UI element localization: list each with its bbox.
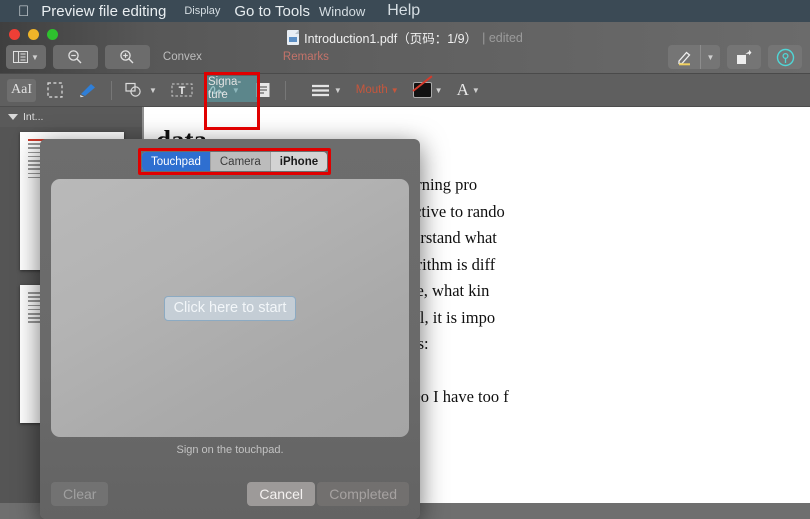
chevron-down-icon: ▼ <box>334 86 342 95</box>
share-button[interactable] <box>727 45 761 69</box>
signature-dialog-footer: Clear Cancel Completed <box>40 482 420 508</box>
mouth-button[interactable]: Mouth ▼ <box>352 79 403 102</box>
convex-label[interactable]: Convex <box>157 51 208 63</box>
color-button[interactable]: ▼ <box>409 79 447 102</box>
signature-label-line2: ture <box>208 89 228 101</box>
menu-item-help[interactable]: Help <box>387 2 420 20</box>
textbox-tool-button[interactable]: T <box>167 79 197 102</box>
menu-bar:  Preview file editing Display Go to Too… <box>0 0 810 22</box>
selection-marquee-icon <box>47 82 63 98</box>
chevron-down-icon: ▼ <box>149 86 157 95</box>
completed-button[interactable]: Completed <box>317 482 409 506</box>
zoom-in-icon <box>119 49 135 65</box>
app-window: Introduction1.pdf（页码：1/9） | edited ▼ Con <box>0 22 810 503</box>
chevron-down-icon: ▼ <box>391 86 399 95</box>
chevron-down-icon: ▼ <box>435 86 443 95</box>
list-tool-button[interactable]: ▼ <box>307 79 346 102</box>
toolbar-divider <box>111 81 112 100</box>
apple-logo-icon[interactable]:  <box>18 4 29 19</box>
shapes-icon <box>125 82 146 98</box>
annotate-button[interactable] <box>768 45 802 69</box>
cancel-button[interactable]: Cancel <box>247 482 315 506</box>
font-button[interactable]: A ▼ <box>453 79 484 102</box>
window-titlebar: Introduction1.pdf（页码：1/9） | edited ▼ Con <box>0 22 810 74</box>
zoom-out-icon <box>67 49 83 65</box>
chevron-down-icon: ▼ <box>31 53 39 62</box>
menu-item-display[interactable]: Display <box>184 5 220 17</box>
toolbar-left-group: ▼ Convex Remarks <box>6 45 335 69</box>
tab-touchpad[interactable]: Touchpad <box>142 152 211 171</box>
sidebar-toggle-button[interactable]: ▼ <box>6 45 46 69</box>
chevron-down-icon: ▼ <box>472 86 480 95</box>
text-tool-icon: AaI <box>11 82 32 98</box>
annotate-icon <box>776 48 795 67</box>
toolbar-right-group: ▼ <box>668 45 802 69</box>
edited-status: | edited <box>482 31 523 45</box>
disclosure-triangle-icon[interactable] <box>8 114 18 120</box>
zoom-out-button[interactable] <box>53 45 98 69</box>
signature-source-tabs: Touchpad Camera iPhone <box>142 152 327 171</box>
share-icon <box>735 49 753 66</box>
signature-toolbar-label[interactable]: Signa- ture <box>208 76 258 102</box>
tab-camera[interactable]: Camera <box>211 152 271 171</box>
text-tool-button[interactable]: AaI <box>7 79 36 102</box>
zoom-in-button[interactable] <box>105 45 150 69</box>
mouth-label: Mouth <box>356 84 388 96</box>
highlight-tool-button[interactable] <box>74 79 102 102</box>
clear-button[interactable]: Clear <box>51 482 108 506</box>
selection-tool-button[interactable] <box>42 79 68 102</box>
highlight-pen-icon <box>78 82 98 98</box>
sidebar-header-label: Int... <box>23 111 43 123</box>
text-box-icon: T <box>171 82 193 98</box>
chevron-down-icon: ▼ <box>707 53 715 62</box>
shapes-tool-button[interactable]: ▼ <box>121 79 161 102</box>
menu-item-go-to-tools[interactable]: Go to Tools <box>234 3 310 20</box>
tab-iphone[interactable]: iPhone <box>271 152 327 171</box>
lines-icon <box>311 82 331 98</box>
menu-app-title[interactable]: Preview file editing <box>41 3 166 20</box>
toolbar-divider <box>285 81 286 100</box>
click-here-to-start-button[interactable]: Click here to start <box>164 296 297 321</box>
svg-text:T: T <box>179 85 186 97</box>
pdf-file-icon <box>287 30 299 45</box>
signature-caption: Sign on the touchpad. <box>40 444 420 456</box>
menu-item-window[interactable]: Window <box>319 4 365 19</box>
font-icon: A <box>457 80 469 100</box>
signature-drawing-pad[interactable]: Click here to start <box>51 179 409 437</box>
signature-dialog: Touchpad Camera iPhone Click here to sta… <box>40 139 420 519</box>
sidebar-header[interactable]: Int... <box>0 107 142 127</box>
remarks-label[interactable]: Remarks <box>277 51 335 63</box>
markup-toolbar: AaI ▼ T ▼ <box>0 74 810 107</box>
markup-pen-icon <box>676 49 693 66</box>
signature-label-line1: Signa- <box>208 76 241 88</box>
markup-pen-button[interactable] <box>668 45 700 69</box>
signature-source-tabs-highlight: Touchpad Camera iPhone <box>138 148 331 175</box>
sidebar-icon <box>13 51 28 63</box>
color-swatch-icon <box>413 82 432 98</box>
markup-dropdown-button[interactable]: ▼ <box>700 45 720 69</box>
